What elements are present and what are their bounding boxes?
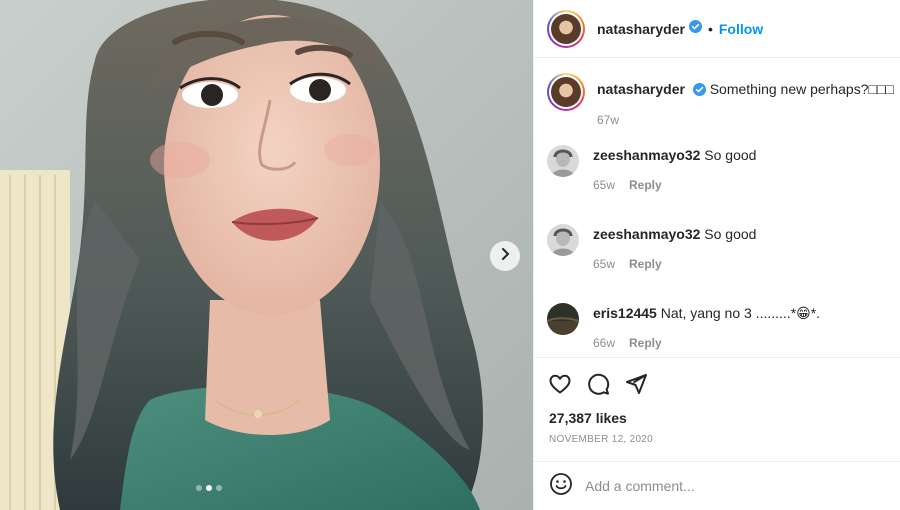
reply-button[interactable]: Reply bbox=[629, 176, 662, 194]
comment-item: zeeshanmayo32 So good 65w Reply bbox=[547, 224, 756, 273]
post-side-panel: natasharyder • Follow natasharyder Somet… bbox=[533, 0, 900, 510]
heart-icon[interactable] bbox=[548, 372, 572, 396]
header-separator: • bbox=[707, 20, 713, 37]
comment-username[interactable]: natasharyder bbox=[597, 81, 685, 97]
next-slide-button[interactable] bbox=[490, 241, 520, 271]
post-actions: 27,387 likes NOVEMBER 12, 2020 bbox=[534, 357, 900, 461]
carousel-dot bbox=[216, 485, 222, 491]
likes-count[interactable]: 27,387 likes bbox=[549, 410, 627, 426]
caption-item: natasharyder Something new perhaps?□□□ 6… bbox=[547, 73, 894, 129]
comment-username[interactable]: eris12445 bbox=[593, 305, 657, 321]
comment-age: 66w bbox=[593, 336, 616, 350]
comment-item: zeeshanmayo32 So good 65w Reply bbox=[547, 145, 756, 194]
share-icon[interactable] bbox=[624, 372, 648, 396]
caption-avatar[interactable] bbox=[547, 73, 585, 111]
comment-text: So good bbox=[704, 147, 757, 163]
comment-username[interactable]: zeeshanmayo32 bbox=[593, 147, 700, 163]
post-photo bbox=[0, 0, 533, 510]
comment-item: eris12445 Nat, yang no 3 .........*😁*. 6… bbox=[547, 303, 820, 352]
comment-input[interactable] bbox=[585, 478, 885, 494]
reply-button[interactable]: Reply bbox=[629, 255, 662, 273]
commenter-avatar[interactable] bbox=[547, 224, 579, 256]
post-media[interactable] bbox=[0, 0, 533, 510]
emoji-icon[interactable] bbox=[549, 472, 573, 501]
comment-age: 65w bbox=[593, 257, 616, 271]
comment-icon[interactable] bbox=[586, 372, 610, 396]
comment-age: 67w bbox=[597, 113, 620, 127]
verified-badge-icon bbox=[688, 19, 702, 38]
comment-text: Nat, yang no 3 .........*😁*. bbox=[660, 305, 821, 321]
post-header: natasharyder • Follow bbox=[534, 0, 900, 58]
commenter-avatar[interactable] bbox=[547, 145, 579, 177]
comment-age: 65w bbox=[593, 178, 616, 192]
reply-button[interactable]: Reply bbox=[629, 334, 662, 352]
comment-text: So good bbox=[704, 226, 757, 242]
owner-avatar[interactable] bbox=[547, 9, 585, 48]
comment-composer bbox=[534, 461, 900, 510]
chevron-right-icon bbox=[498, 247, 512, 266]
carousel-dot-active bbox=[206, 485, 212, 491]
follow-button[interactable]: Follow bbox=[719, 21, 763, 37]
carousel-indicator bbox=[196, 485, 222, 491]
owner-username[interactable]: natasharyder bbox=[597, 21, 685, 37]
comment-text: Something new perhaps?□□□ bbox=[709, 81, 894, 97]
carousel-dot bbox=[196, 485, 202, 491]
commenter-avatar[interactable] bbox=[547, 303, 579, 335]
post-date: NOVEMBER 12, 2020 bbox=[549, 434, 654, 445]
comment-username[interactable]: zeeshanmayo32 bbox=[593, 226, 700, 242]
verified-badge-icon bbox=[692, 82, 706, 100]
